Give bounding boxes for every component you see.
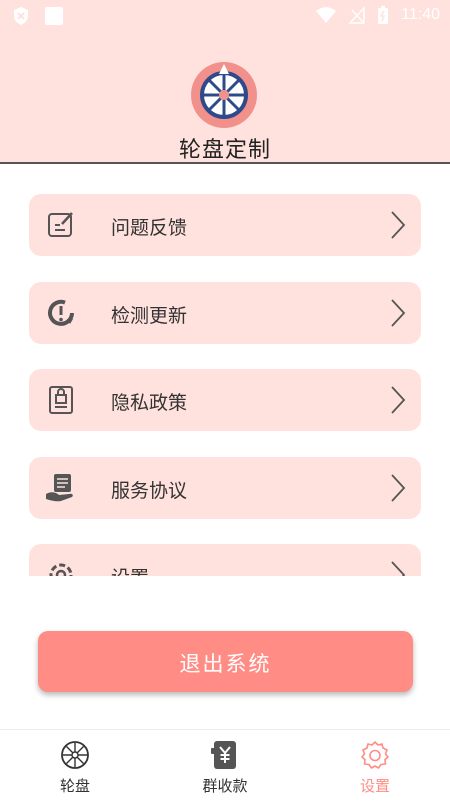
wheel-icon — [61, 741, 89, 769]
wifi-icon — [316, 7, 337, 23]
battery-icon — [378, 6, 389, 24]
menu-item-label: 问题反馈 — [111, 217, 188, 239]
menu-item-settings[interactable]: 设置 — [29, 544, 421, 576]
bottom-nav: 轮盘 群收款 设置 — [0, 729, 450, 801]
notification-square-icon — [45, 7, 63, 25]
chevron-right-icon — [391, 474, 406, 502]
tab-label: 轮盘 — [59, 777, 90, 795]
chevron-right-icon — [391, 211, 406, 239]
feedback-icon — [48, 212, 73, 237]
chevron-right-icon — [391, 299, 406, 327]
header-divider — [0, 162, 450, 164]
menu-item-label: 设置 — [111, 563, 149, 576]
privacy-icon — [49, 386, 73, 414]
yuan-icon — [211, 741, 236, 769]
menu-item-feedback[interactable]: 问题反馈 — [29, 194, 421, 256]
logout-button-label: 退出系统 — [179, 652, 272, 676]
tab-group-collection[interactable]: 群收款 — [150, 730, 300, 801]
tab-wheel[interactable]: 轮盘 — [0, 730, 150, 801]
settings-menu-list[interactable]: 问题反馈 检测更新 隐私政策 服务协议 — [29, 194, 421, 576]
tab-label: 群收款 — [202, 777, 248, 795]
status-bar: 11:40 — [0, 0, 450, 30]
update-icon — [48, 299, 74, 326]
menu-item-privacy-policy[interactable]: 隐私政策 — [29, 369, 421, 431]
status-time: 11:40 — [401, 6, 440, 23]
menu-item-check-update[interactable]: 检测更新 — [29, 282, 421, 344]
gear-icon — [361, 741, 389, 769]
settings-icon — [49, 563, 73, 576]
app-logo-wheel-icon — [191, 62, 257, 128]
agreement-icon — [46, 474, 73, 502]
menu-item-label: 隐私政策 — [111, 392, 188, 414]
menu-item-label: 检测更新 — [111, 305, 188, 327]
tab-label: 设置 — [359, 777, 390, 795]
page-title: 轮盘定制 — [178, 138, 271, 163]
tab-settings[interactable]: 设置 — [300, 730, 450, 801]
menu-item-service-agreement[interactable]: 服务协议 — [29, 457, 421, 519]
menu-item-label: 服务协议 — [111, 480, 188, 502]
logout-button[interactable]: 退出系统 — [38, 631, 413, 692]
chevron-right-icon — [391, 386, 406, 414]
chevron-right-icon — [391, 561, 406, 576]
security-shield-icon — [14, 7, 28, 25]
signal-icon — [349, 6, 365, 24]
